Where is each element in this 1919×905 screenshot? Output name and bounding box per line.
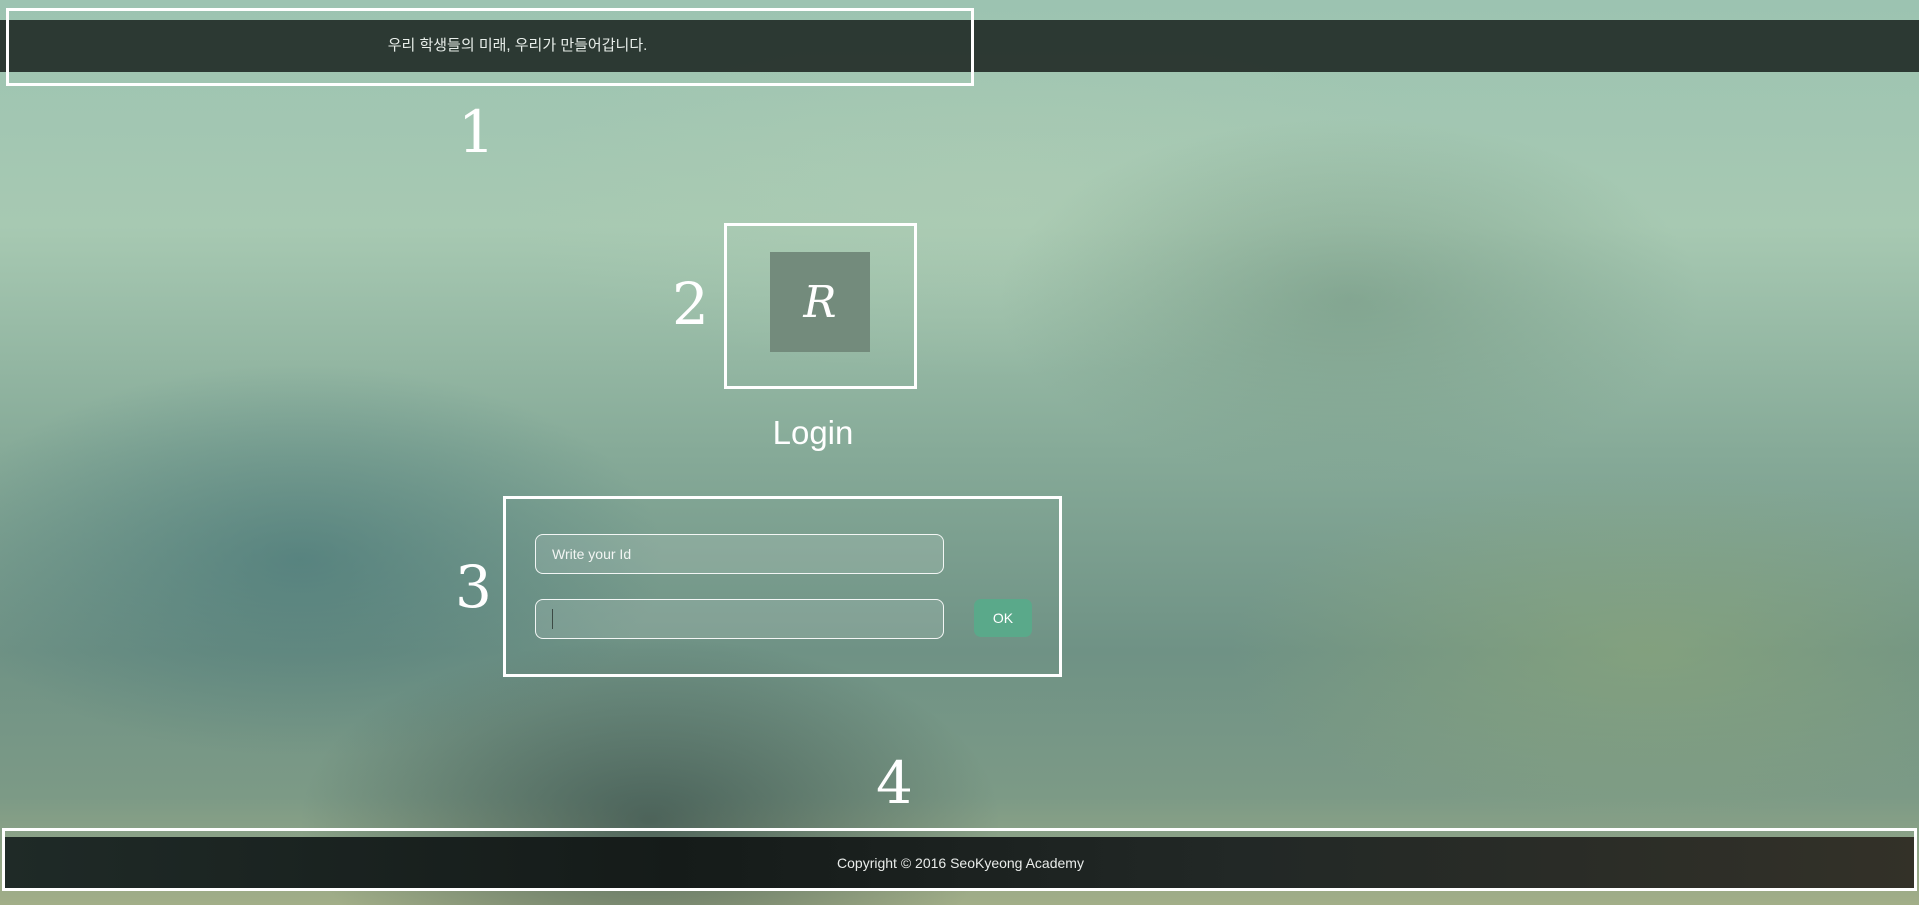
logo-letter: R	[803, 276, 837, 328]
annotation-number-1: 1	[458, 98, 495, 166]
login-title: Login	[772, 414, 854, 451]
annotation-number-2: 2	[672, 270, 709, 338]
text-cursor	[552, 609, 553, 629]
logo: R	[770, 252, 870, 352]
annotation-box-1	[6, 8, 974, 86]
annotation-number-4: 4	[876, 749, 913, 817]
id-input[interactable]	[535, 534, 944, 574]
password-input[interactable]	[535, 599, 944, 639]
annotation-box-3	[503, 496, 1062, 677]
annotation-number-3: 3	[455, 553, 492, 621]
ok-button[interactable]: OK	[974, 599, 1032, 637]
annotation-box-4	[2, 828, 1917, 891]
